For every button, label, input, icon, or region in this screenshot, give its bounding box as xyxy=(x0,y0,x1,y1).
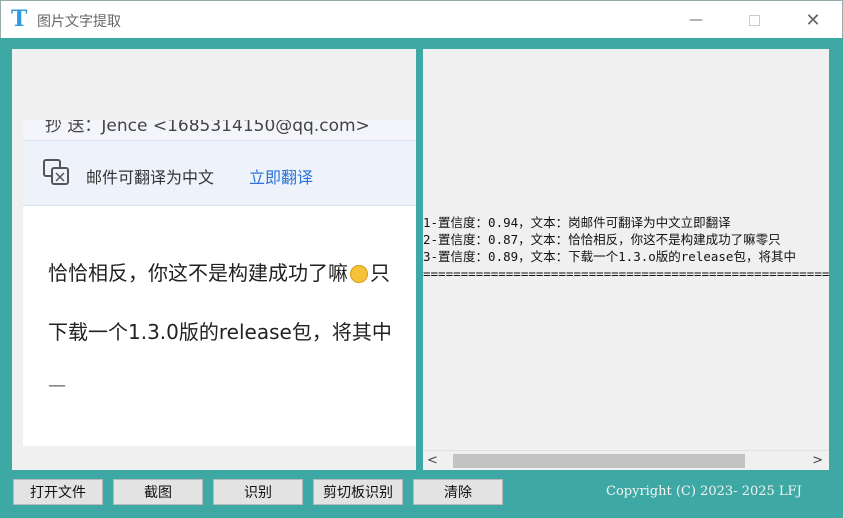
translate-icon xyxy=(43,159,69,185)
minimize-button[interactable]: — xyxy=(676,7,716,33)
clipboard-recognize-button[interactable]: 剪切板识别 xyxy=(313,479,403,505)
maximize-icon xyxy=(748,14,760,26)
copyright-text: Copyright (C) 2023- 2025 LFJ xyxy=(606,484,802,499)
window-title: 图片文字提取 xyxy=(37,14,121,30)
screenshot-button[interactable]: 截图 xyxy=(113,479,203,505)
scrollbar-thumb[interactable] xyxy=(453,454,745,468)
image-banner-text: 邮件可翻译为中文 xyxy=(86,168,215,187)
scroll-left-icon[interactable]: < xyxy=(427,453,438,468)
result-line: 2-置信度：0.87，文本：恰恰相反，你这不是构建成功了嘛零只 xyxy=(423,232,781,247)
image-translate-banner: 邮件可翻译为中文 立即翻译 xyxy=(23,140,416,206)
scroll-right-icon[interactable]: > xyxy=(812,453,823,468)
image-text-line-1: 恰恰相反，你这不是构建成功了嘛只 xyxy=(48,257,390,286)
laughing-emoji-icon xyxy=(350,265,368,283)
image-banner-link: 立即翻译 xyxy=(249,168,314,187)
close-button[interactable]: ✕ xyxy=(793,7,833,33)
result-text-pane[interactable]: 1-置信度：0.94，文本：岗邮件可翻译为中文立即翻译 2-置信度：0.87，文… xyxy=(423,49,829,470)
app-logo-icon: T xyxy=(11,6,28,32)
image-preview-pane: 抄 送：Jence <1685314150@qq.com> 邮件可翻译为中文 立… xyxy=(12,49,416,470)
horizontal-scrollbar[interactable]: < > xyxy=(423,450,829,470)
minimize-icon: — xyxy=(689,12,703,28)
image-line-1-text: 恰恰相反，你这不是构建成功了嘛 xyxy=(48,261,348,285)
preview-image: 抄 送：Jence <1685314150@qq.com> 邮件可翻译为中文 立… xyxy=(23,120,416,446)
image-dash: — xyxy=(48,375,66,396)
recognize-button[interactable]: 识别 xyxy=(213,479,303,505)
open-file-button[interactable]: 打开文件 xyxy=(13,479,103,505)
result-line: 3-置信度：0.89，文本：下载一个1.3.o版的release包，将其中 xyxy=(423,249,796,264)
image-text-line-2: 下载一个1.3.0版的release包，将其中 xyxy=(48,320,392,344)
image-cut-text: 抄 送：Jence <1685314150@qq.com> xyxy=(45,120,370,136)
clear-button[interactable]: 清除 xyxy=(413,479,503,505)
image-line-1-tail: 只 xyxy=(370,261,390,285)
result-separator: ========================================… xyxy=(423,266,829,281)
close-icon: ✕ xyxy=(805,9,821,31)
title-bar: T 图片文字提取 — ✕ xyxy=(0,0,843,38)
image-cut-header: 抄 送：Jence <1685314150@qq.com> xyxy=(23,120,416,140)
result-text[interactable]: 1-置信度：0.94，文本：岗邮件可翻译为中文立即翻译 2-置信度：0.87，文… xyxy=(423,214,829,282)
maximize-button[interactable] xyxy=(734,7,774,33)
result-line: 1-置信度：0.94，文本：岗邮件可翻译为中文立即翻译 xyxy=(423,215,731,230)
